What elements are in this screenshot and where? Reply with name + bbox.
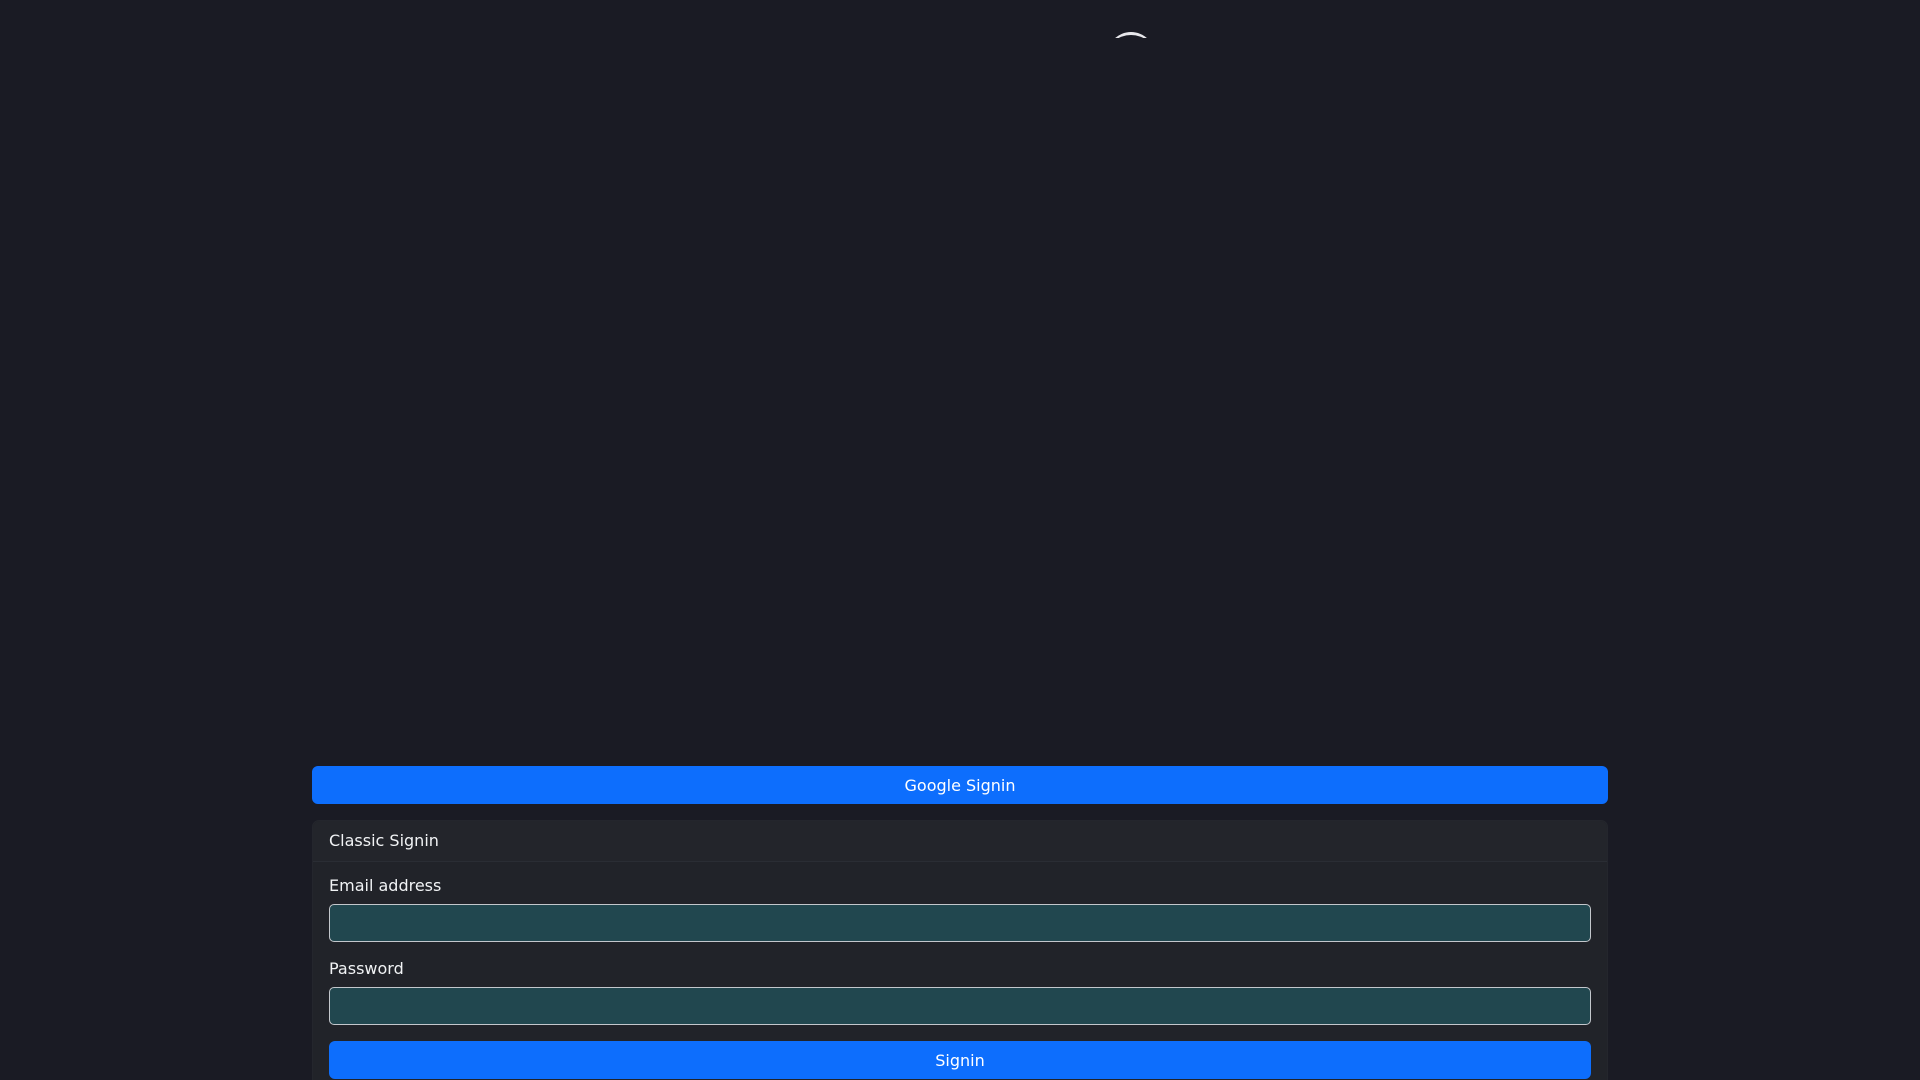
password-field[interactable]	[329, 987, 1591, 1025]
logo-arc-icon	[1107, 32, 1155, 38]
classic-signin-card: Classic Signin Email address Password Si…	[312, 820, 1608, 1080]
email-field[interactable]	[329, 904, 1591, 942]
google-signin-button[interactable]: Google Signin	[312, 766, 1608, 804]
password-label: Password	[329, 959, 404, 978]
email-label: Email address	[329, 876, 442, 895]
classic-signin-form: Email address Password Signin	[313, 862, 1607, 1079]
field-spacer	[329, 942, 1591, 959]
classic-signin-title: Classic Signin	[313, 821, 1607, 862]
signin-page: Google Signin Classic Signin Email addre…	[0, 0, 1920, 1080]
signin-button[interactable]: Signin	[329, 1041, 1591, 1079]
signin-container: Google Signin Classic Signin Email addre…	[312, 766, 1608, 1080]
